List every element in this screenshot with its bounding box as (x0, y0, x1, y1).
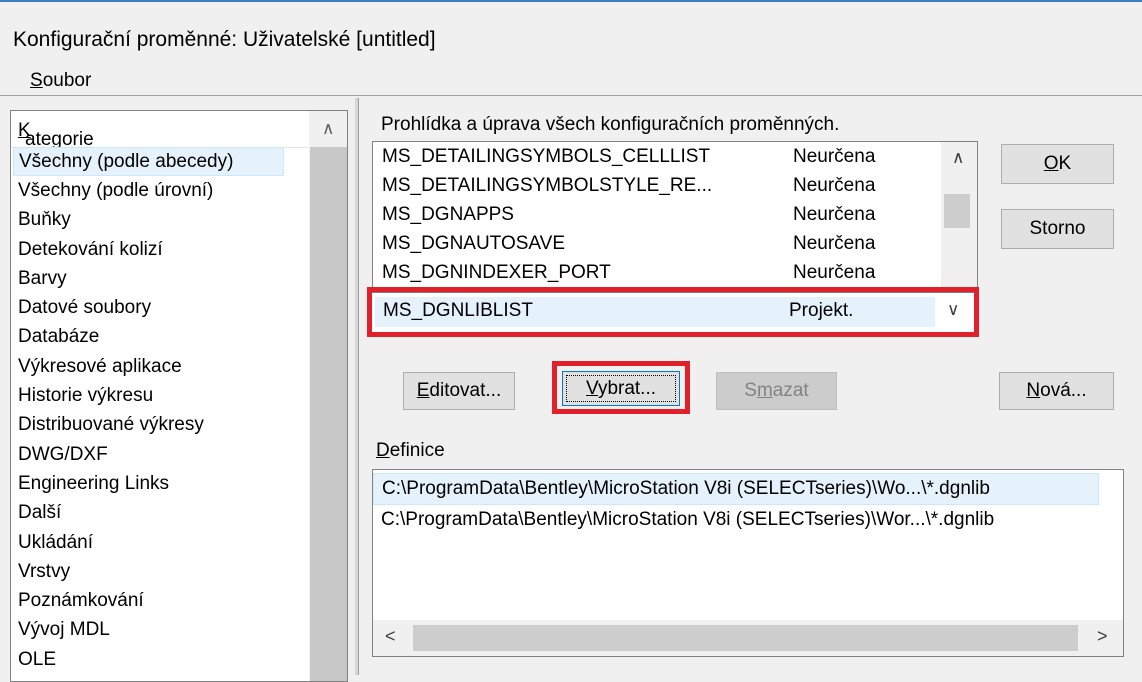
definition-line[interactable]: C:\ProgramData\Bentley\MicroStation V8i … (373, 473, 1099, 505)
variable-level: Neurčena (793, 262, 876, 283)
definition-accel: D (376, 440, 390, 461)
variable-name: MS_DETAILINGSYMBOLS_CELLLIST (382, 146, 711, 167)
edit-label: ditovat... (429, 380, 502, 401)
category-item[interactable]: Všechny (podle úrovní) (11, 176, 309, 205)
definition-label: Definice (376, 440, 445, 462)
category-scrollbar[interactable]: ∧ (309, 111, 347, 681)
variable-name: MS_DGNAPPS (382, 204, 514, 225)
variable-level: Neurčena (793, 175, 876, 196)
category-item[interactable]: Vývoj MDL (11, 615, 309, 644)
category-item[interactable]: Ukládání (11, 528, 309, 557)
variable-row[interactable]: MS_DGNAPPS Neurčena (373, 200, 939, 229)
cancel-button[interactable]: Storno (1001, 209, 1114, 249)
chevron-right-icon[interactable]: > (1097, 626, 1108, 647)
variable-name: MS_DGNINDEXER_PORT (382, 262, 611, 283)
category-item[interactable]: Poznámkování (11, 586, 309, 615)
definition-list[interactable]: C:\ProgramData\Bentley\MicroStation V8i … (372, 469, 1124, 657)
description-text: Prohlídka a úprava všech konfiguračních … (381, 114, 840, 135)
category-item[interactable]: Vrstvy (11, 557, 309, 586)
menu-bar (0, 62, 1142, 96)
definition-line[interactable]: C:\ProgramData\Bentley\MicroStation V8i … (373, 505, 1097, 535)
category-items: Všechny (podle abecedy) Všechny (podle úr… (11, 147, 309, 674)
ok-label: K (1058, 153, 1072, 174)
ok-button[interactable]: OK (1001, 144, 1114, 184)
chevron-left-icon[interactable]: < (385, 626, 396, 647)
definition-hscrollbar[interactable]: < > (373, 620, 1123, 656)
chevron-up-icon[interactable]: ∧ (322, 119, 334, 139)
variable-row[interactable]: MS_DETAILINGSYMBOLS_CELLLIST Neurčena (373, 142, 939, 171)
edit-button[interactable]: Editovat... (403, 372, 515, 410)
delete-button: Smazat (716, 372, 837, 410)
delete-label-post: azat (772, 380, 809, 401)
selected-variable-row[interactable]: MS_DGNLIBLIST Projekt. ∨ (370, 292, 978, 336)
category-item[interactable]: Engineering Links (11, 469, 309, 498)
menu-bar-divider (0, 95, 1142, 96)
variable-name: MS_DETAILINGSYMBOLSTYLE_RE... (382, 175, 713, 196)
edit-accel: E (416, 380, 430, 401)
new-button[interactable]: Nová... (999, 372, 1114, 410)
delete-accel: m (756, 380, 773, 401)
variable-name: MS_DGNAUTOSAVE (382, 233, 566, 254)
ok-accel: O (1043, 153, 1059, 174)
variable-row[interactable]: MS_DGNINDEXER_PORT Neurčena (373, 258, 939, 287)
category-item[interactable]: Distribuované výkresy (11, 410, 309, 439)
category-list[interactable]: Kategorie Všechny (podle abecedy) Všechny… (10, 110, 348, 682)
variable-level: Neurčena (793, 233, 876, 254)
category-item[interactable]: Datové soubory (11, 293, 309, 322)
selected-variable-name: MS_DGNLIBLIST (383, 300, 533, 321)
category-list-header: Kategorie (11, 111, 309, 150)
chevron-up-icon[interactable]: ∧ (952, 148, 964, 168)
variables-scrollbar[interactable]: ∧ (941, 142, 977, 292)
variable-level: Neurčena (793, 204, 876, 225)
category-item[interactable]: Výkresové aplikace (11, 352, 309, 381)
category-item[interactable]: Barvy (11, 264, 309, 293)
variable-row[interactable]: MS_DETAILINGSYMBOLSTYLE_RE... Neurčena (373, 171, 939, 200)
menu-file-accel: S (30, 70, 43, 91)
variables-rows: MS_DETAILINGSYMBOLS_CELLLIST Neurčena MS_D… (373, 142, 939, 287)
category-item[interactable]: Buňky (11, 205, 309, 234)
category-item[interactable]: DWG/DXF (11, 440, 309, 469)
new-accel: N (1026, 380, 1041, 401)
menu-file[interactable]: Soubor (30, 70, 91, 92)
window-title: Konfigurační proměnné: Uživatelské [unti… (13, 28, 436, 51)
category-scroll-thumb[interactable] (310, 147, 347, 681)
selected-variable-level: Projekt. (789, 300, 854, 321)
variable-level: Neurčena (793, 146, 876, 167)
category-header-label: Kategorie (18, 120, 94, 150)
chevron-down-icon[interactable]: ∨ (947, 300, 959, 320)
category-item[interactable]: Databáze (11, 322, 309, 351)
window-top-border (0, 0, 1142, 2)
delete-label-pre: S (744, 380, 757, 401)
variable-row[interactable]: MS_DGNAUTOSAVE Neurčena (373, 229, 939, 258)
variables-list[interactable]: MS_DETAILINGSYMBOLS_CELLLIST Neurčena MS_D… (372, 141, 978, 293)
definition-scroll-thumb[interactable] (413, 625, 1078, 651)
category-item[interactable]: OLE (11, 645, 309, 674)
category-item[interactable]: Detekování kolizí (11, 235, 309, 264)
definition-label-text: efinice (389, 440, 445, 461)
splitter[interactable] (355, 98, 359, 675)
category-item[interactable]: Další (11, 498, 309, 527)
category-item[interactable]: Historie výkresu (11, 381, 309, 410)
focus-rect (566, 375, 676, 402)
variables-scroll-thumb[interactable] (944, 194, 970, 228)
select-button[interactable]: Vybrat... (562, 371, 680, 406)
menu-file-label: oubor (42, 70, 92, 91)
category-item[interactable]: Všechny (podle abecedy) (13, 147, 284, 176)
new-label: ová... (1040, 380, 1087, 401)
